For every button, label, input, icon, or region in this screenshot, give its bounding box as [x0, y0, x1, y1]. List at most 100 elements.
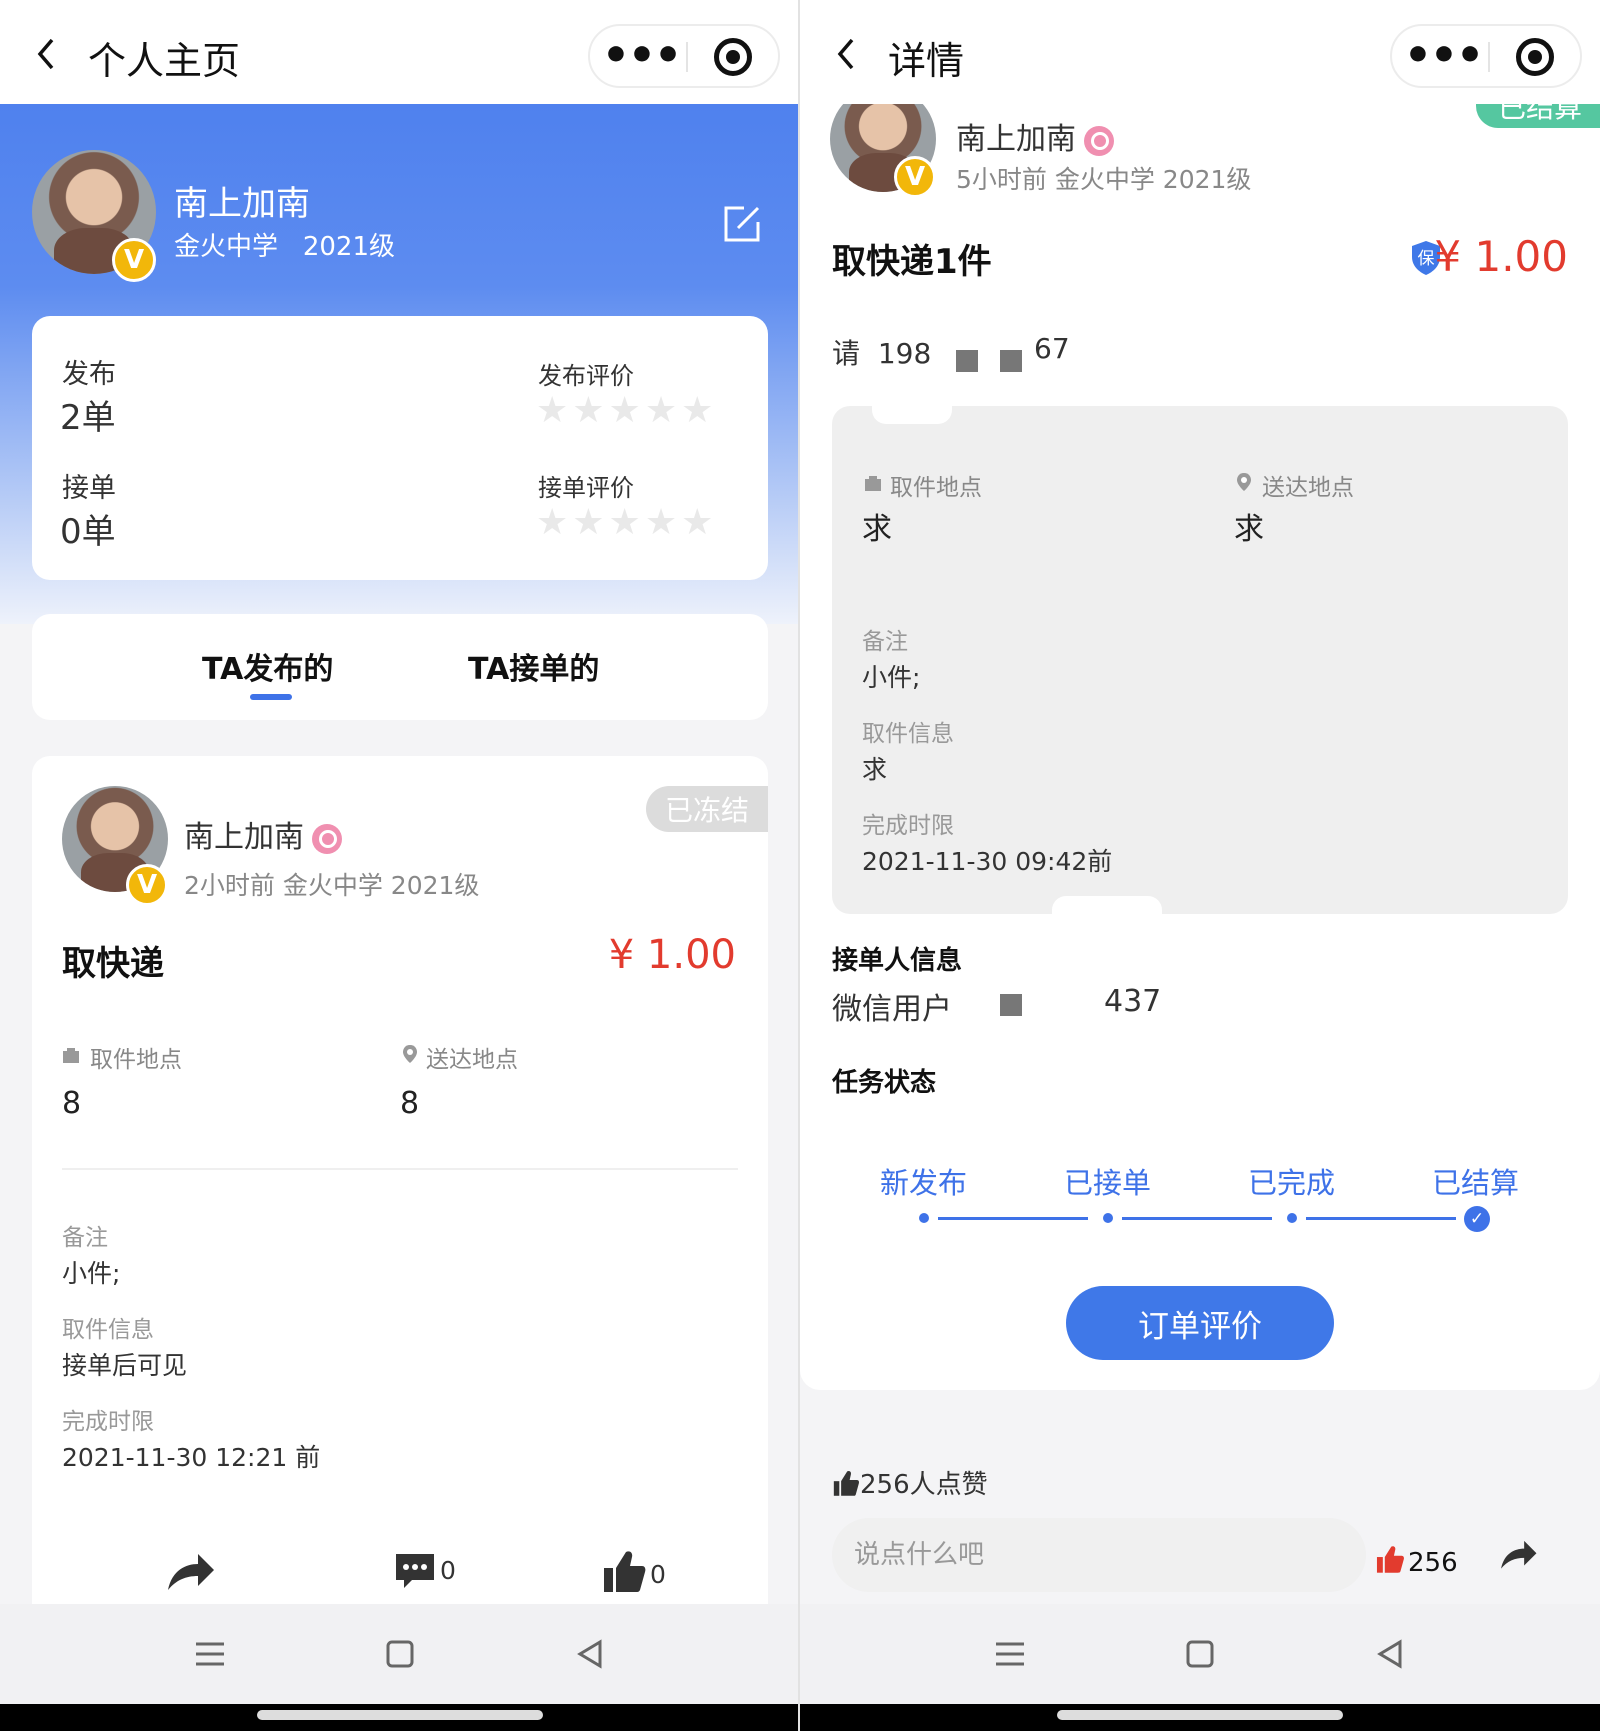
card-meta: 2小时前 金火中学 2021级 — [184, 871, 480, 900]
publish-rating-stars: ★★★★★ — [536, 390, 718, 431]
like-filled-icon[interactable] — [1374, 1544, 1406, 1574]
acceptor-name: 微信用户 — [832, 992, 952, 1027]
menu-icon[interactable] — [990, 1634, 1030, 1674]
pickup-info-value: 求 — [862, 755, 888, 784]
share-icon[interactable] — [164, 1548, 216, 1594]
step-line — [1306, 1217, 1456, 1220]
like-count: 0 — [650, 1560, 666, 1589]
detail-card: 已结算 V 南上加南 5小时前 金火中学 2021级 取快递1件 保 ¥ 1.0… — [800, 0, 1600, 1390]
poster-user: 南上加南 — [956, 114, 1114, 158]
poster-name: 南上加南 — [956, 122, 1076, 157]
search-badge-icon — [312, 823, 342, 854]
delivery-value: 8 — [400, 1086, 420, 1121]
comment-icon[interactable] — [394, 1552, 436, 1592]
edit-icon[interactable] — [722, 204, 762, 244]
detail-screen: 已结算 V 南上加南 5小时前 金火中学 2021级 取快递1件 保 ¥ 1.0… — [800, 0, 1600, 1731]
status-section-title: 任务状态 — [832, 1068, 937, 1098]
location-pin-icon — [1237, 473, 1251, 491]
miniprogram-capsule: ••• — [1390, 24, 1582, 88]
redaction-block — [1000, 994, 1022, 1016]
home-icon[interactable] — [380, 1634, 420, 1674]
system-nav-bar — [0, 1604, 798, 1704]
likes-summary: 256人点赞 — [832, 1464, 988, 1501]
accept-rating-stars: ★★★★★ — [536, 502, 718, 543]
school-name: 金火中学 — [174, 232, 279, 262]
page-title: 详情 — [888, 39, 965, 83]
like-icon[interactable] — [602, 1548, 646, 1594]
pickup-label: 取件地点 — [890, 475, 982, 501]
tab-published[interactable]: TA发布的 — [202, 644, 333, 688]
more-menu-icon[interactable]: ••• — [602, 26, 682, 86]
deadline-value: 2021-11-30 12:21 前 — [62, 1443, 321, 1472]
status-steps: 新发布 已接单 已完成 已结算 ✓ — [832, 1160, 1568, 1240]
publish-rating-label: 发布评价 — [538, 362, 634, 390]
note-value: 小件; — [62, 1259, 121, 1288]
top-nav: 详情 ••• — [800, 0, 1600, 104]
card-user: 南上加南 — [184, 812, 342, 856]
poster-meta: 5小时前 金火中学 2021级 — [956, 165, 1252, 194]
task-title: 取快递 — [62, 944, 164, 984]
step-new: 新发布 — [880, 1166, 968, 1200]
pickup-label: 取件地点 — [90, 1047, 182, 1073]
back-triangle-icon[interactable] — [570, 1634, 610, 1674]
accept-label: 接单 — [62, 473, 116, 504]
miniprogram-capsule: ••• — [588, 24, 780, 88]
accept-count: 0单 — [60, 512, 116, 552]
pickup-info-label: 取件信息 — [862, 721, 954, 747]
comment-input[interactable] — [832, 1518, 1366, 1592]
delivery-value: 求 — [1234, 512, 1264, 547]
active-tab-indicator — [250, 694, 292, 700]
step-dot — [919, 1213, 929, 1223]
task-card[interactable]: 已冻结 V 南上加南 2小时前 金火中学 2021级 取快递 ¥ 1.00 取件… — [32, 756, 768, 1656]
deadline-label: 完成时限 — [862, 813, 954, 839]
task-price: ¥ 1.00 — [1434, 232, 1568, 281]
rate-order-button[interactable]: 订单评价 — [1066, 1286, 1334, 1360]
tab-accepted[interactable]: TA接单的 — [468, 644, 599, 688]
publish-count: 2单 — [60, 398, 116, 438]
back-arrow-icon[interactable] — [32, 36, 62, 72]
back-arrow-icon[interactable] — [832, 36, 862, 72]
menu-icon[interactable] — [190, 1634, 230, 1674]
tab-bar: TA发布的 TA接单的 — [32, 614, 768, 720]
home-icon[interactable] — [1180, 1634, 1220, 1674]
step-line — [1122, 1217, 1272, 1220]
top-nav: 个人主页 ••• — [0, 0, 798, 104]
task-info-box: 取件地点 求 送达地点 求 备注 小件; 取件信息 求 完成时限 2021-11… — [832, 406, 1568, 914]
status-text: 已结算 — [1498, 104, 1583, 124]
acceptor-suffix: 437 — [1104, 984, 1162, 1019]
more-menu-icon[interactable]: ••• — [1404, 26, 1484, 86]
location-pin-icon — [403, 1045, 417, 1063]
delivery-label: 送达地点 — [1262, 475, 1354, 501]
vip-badge-icon: V — [112, 238, 156, 282]
pickup-info-label: 取件信息 — [62, 1317, 154, 1343]
step-accepted: 已接单 — [1064, 1166, 1152, 1200]
close-miniprogram-icon[interactable] — [714, 38, 752, 76]
system-nav-bar — [800, 1604, 1600, 1704]
deadline-label: 完成时限 — [62, 1409, 154, 1435]
package-icon — [865, 476, 881, 491]
acceptor-section-title: 接单人信息 — [832, 946, 963, 976]
step-dot — [1103, 1213, 1113, 1223]
status-badge: 已冻结 — [646, 786, 768, 832]
vip-badge-icon: V — [894, 156, 936, 198]
back-triangle-icon[interactable] — [1370, 1634, 1410, 1674]
publish-label: 发布 — [62, 359, 116, 390]
pickup-value: 求 — [862, 512, 892, 547]
redaction-block — [956, 350, 978, 372]
phone-start: 198 — [877, 337, 932, 370]
pickup-info-value: 接单后可见 — [62, 1351, 188, 1380]
profile-school: 金火中学 2021级 — [174, 226, 395, 263]
step-line — [938, 1217, 1088, 1220]
check-icon: ✓ — [1464, 1206, 1490, 1232]
contact-phone: 请 198 — [832, 332, 931, 372]
gesture-bar — [800, 1704, 1600, 1731]
search-badge-icon — [1084, 125, 1114, 156]
share-icon[interactable] — [1498, 1536, 1538, 1572]
step-completed: 已完成 — [1248, 1166, 1336, 1200]
close-miniprogram-icon[interactable] — [1516, 38, 1554, 76]
task-price: ¥ 1.00 — [608, 932, 736, 978]
note-value: 小件; — [862, 663, 921, 692]
deadline-value: 2021-11-30 09:42前 — [862, 847, 1113, 876]
vip-badge-icon: V — [126, 864, 168, 906]
pickup-value: 8 — [62, 1086, 82, 1121]
